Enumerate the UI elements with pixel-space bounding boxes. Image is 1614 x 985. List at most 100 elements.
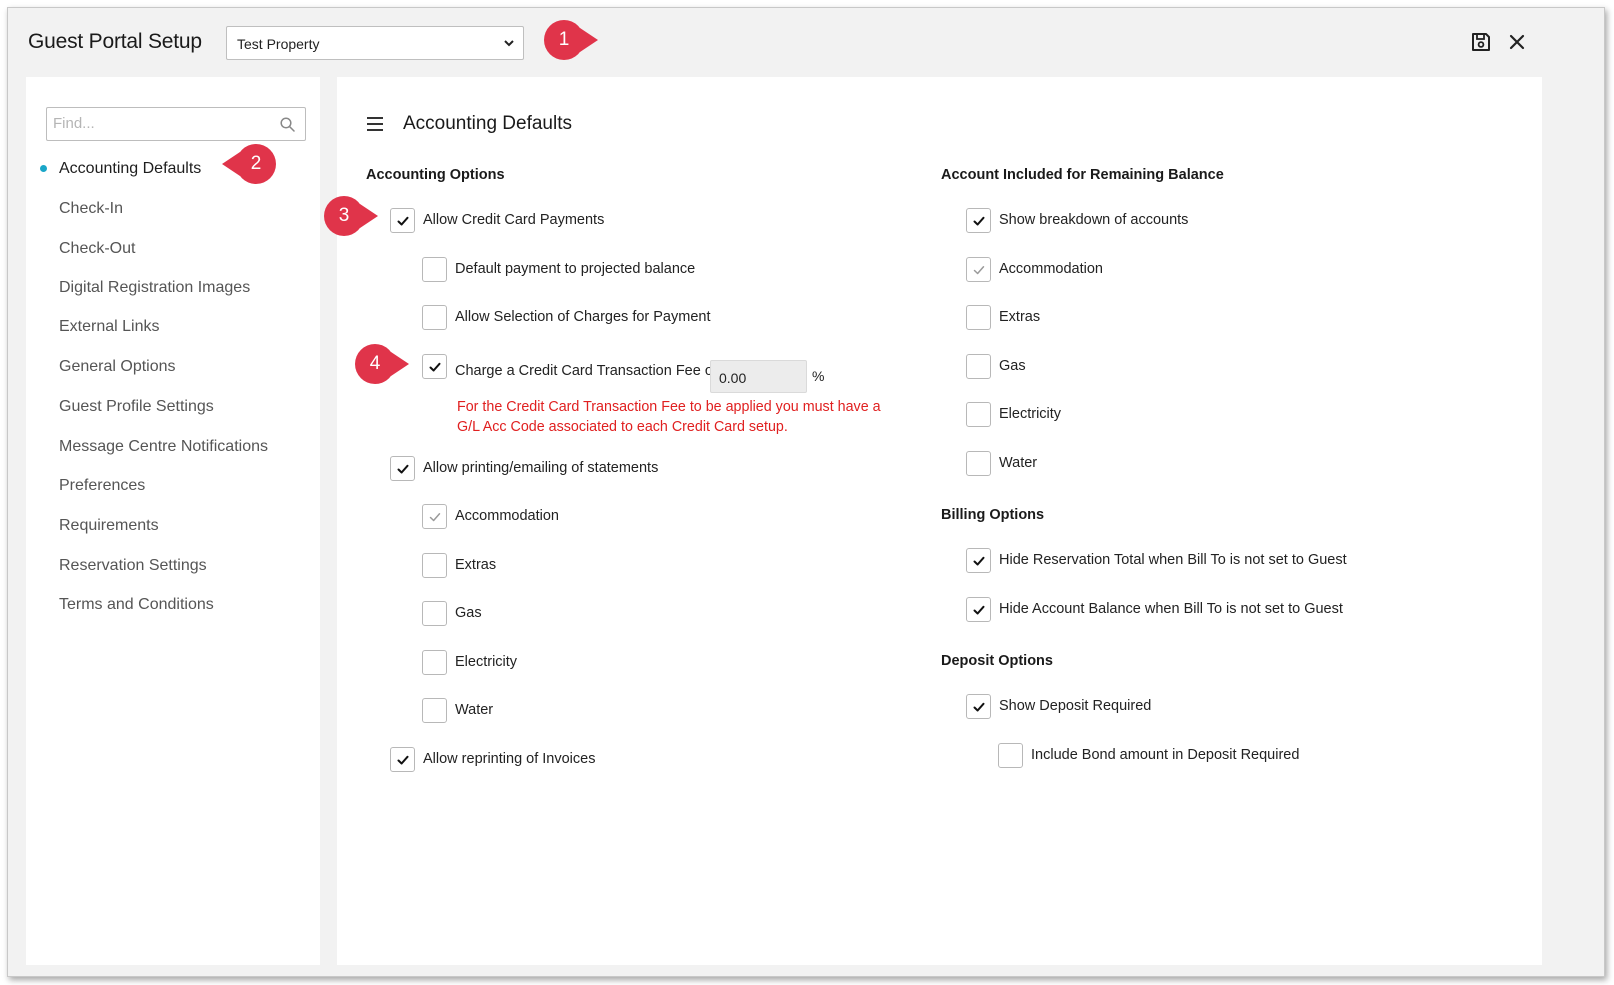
sidebar-item-external-links[interactable]: External Links <box>59 318 160 336</box>
checkbox-label: Allow printing/emailing of statements <box>423 460 659 476</box>
section-billing-options: Billing Options <box>941 507 1045 523</box>
search-input[interactable] <box>53 108 273 138</box>
checkbox-box[interactable] <box>390 455 415 481</box>
sidebar: Accounting Defaults Check-In Check-Out D… <box>26 77 320 965</box>
checkbox-box[interactable] <box>966 450 991 476</box>
checkbox-label: Accommodation <box>999 261 1103 277</box>
checkbox-box[interactable] <box>422 697 447 723</box>
sidebar-item-check-out[interactable]: Check-Out <box>59 240 135 258</box>
sidebar-item-accounting-defaults[interactable]: Accounting Defaults <box>59 160 201 178</box>
callout-number: 4 <box>369 353 381 374</box>
search-icon[interactable] <box>280 117 295 132</box>
sidebar-item-guest-profile-settings[interactable]: Guest Profile Settings <box>59 398 214 416</box>
checkmark-icon <box>429 362 441 371</box>
section-remaining-balance: Account Included for Remaining Balance <box>941 167 1224 183</box>
checkmark-icon <box>973 702 985 711</box>
sidebar-item-terms-and-conditions[interactable]: Terms and Conditions <box>59 596 214 614</box>
show-breakdown-checkbox[interactable]: Show breakdown of accounts <box>966 207 1188 233</box>
chevron-down-icon <box>504 40 514 47</box>
checkbox-label: Electricity <box>999 406 1062 422</box>
page-title: Accounting Defaults <box>403 113 572 134</box>
checkbox-box[interactable] <box>422 649 447 675</box>
checkbox-box[interactable] <box>966 207 991 233</box>
section-deposit-options: Deposit Options <box>941 653 1053 669</box>
checkbox-label: Allow reprinting of Invoices <box>423 751 596 767</box>
transaction-fee-input[interactable]: 0.00 <box>710 360 807 393</box>
statement-water-checkbox[interactable]: Water <box>422 697 493 723</box>
checkbox-box[interactable] <box>422 304 447 330</box>
checkbox-box[interactable] <box>390 207 415 233</box>
checkmark-icon <box>973 265 985 274</box>
callout-badge-4: 4 <box>353 342 417 386</box>
sidebar-item-requirements[interactable]: Requirements <box>59 517 159 535</box>
include-bond-checkbox[interactable]: Include Bond amount in Deposit Required <box>998 742 1299 768</box>
checkbox-box[interactable] <box>966 547 991 573</box>
checkmark-icon <box>429 512 441 521</box>
property-select[interactable]: Test Property <box>226 26 524 60</box>
statement-accommodation-checkbox[interactable]: Accommodation <box>422 503 559 529</box>
checkbox-label: Water <box>455 702 494 718</box>
checkbox-label: Show breakdown of accounts <box>999 212 1189 228</box>
checkbox-label: Gas <box>999 358 1026 374</box>
callout-badge-1: 1 <box>542 18 606 62</box>
allow-credit-card-payments-checkbox[interactable]: Allow Credit Card Payments <box>390 207 604 233</box>
sidebar-item-preferences[interactable]: Preferences <box>59 477 145 495</box>
checkbox-label: Gas <box>455 605 482 621</box>
checkbox-label: Electricity <box>455 654 518 670</box>
hide-account-balance-checkbox[interactable]: Hide Account Balance when Bill To is not… <box>966 596 1343 622</box>
balance-gas-checkbox[interactable]: Gas <box>966 353 1026 379</box>
app-title: Guest Portal Setup <box>28 30 202 53</box>
sidebar-item-check-in[interactable]: Check-In <box>59 200 123 218</box>
sidebar-item-reservation-settings[interactable]: Reservation Settings <box>59 557 207 575</box>
callout-number: 3 <box>338 205 350 226</box>
checkbox-box[interactable] <box>422 503 447 529</box>
checkbox-box[interactable] <box>966 596 991 622</box>
checkbox-label: Hide Reservation Total when Bill To is n… <box>999 552 1347 568</box>
sidebar-item-general-options[interactable]: General Options <box>59 358 176 376</box>
checkmark-icon <box>397 216 409 225</box>
balance-electricity-checkbox[interactable]: Electricity <box>966 401 1061 427</box>
checkbox-box[interactable] <box>390 746 415 772</box>
checkmark-icon <box>973 556 985 565</box>
default-payment-checkbox[interactable]: Default payment to projected balance <box>422 256 695 282</box>
checkbox-label: Hide Account Balance when Bill To is not… <box>999 601 1343 617</box>
checkbox-label: Extras <box>455 557 497 573</box>
save-icon[interactable] <box>1470 31 1492 53</box>
checkbox-box[interactable] <box>422 256 447 282</box>
checkmark-icon <box>973 605 985 614</box>
callout-badge-2: 2 <box>214 142 278 186</box>
checkbox-label: Show Deposit Required <box>999 698 1152 714</box>
allow-reprinting-invoices-checkbox[interactable]: Allow reprinting of Invoices <box>390 746 595 772</box>
sidebar-item-message-centre-notifications[interactable]: Message Centre Notifications <box>59 438 268 456</box>
fee-percent-unit: % <box>812 368 825 384</box>
checkbox-box[interactable] <box>422 600 447 626</box>
checkbox-box[interactable] <box>422 353 447 379</box>
checkbox-box[interactable] <box>966 693 991 719</box>
callout-badge-3: 3 <box>322 194 386 238</box>
checkmark-icon <box>397 464 409 473</box>
checkbox-box[interactable] <box>998 742 1023 768</box>
callout-number: 1 <box>558 29 570 50</box>
charge-transaction-fee-checkbox[interactable]: Charge a Credit Card Transaction Fee of <box>422 353 717 379</box>
sidebar-item-digital-registration-images[interactable]: Digital Registration Images <box>59 279 250 297</box>
checkbox-box[interactable] <box>966 353 991 379</box>
allow-selection-of-charges-checkbox[interactable]: Allow Selection of Charges for Payment <box>422 304 711 330</box>
hide-reservation-total-checkbox[interactable]: Hide Reservation Total when Bill To is n… <box>966 547 1347 573</box>
statement-electricity-checkbox[interactable]: Electricity <box>422 649 517 675</box>
show-deposit-required-checkbox[interactable]: Show Deposit Required <box>966 693 1151 719</box>
statement-gas-checkbox[interactable]: Gas <box>422 600 482 626</box>
sidebar-search <box>46 107 306 141</box>
checkbox-box[interactable] <box>422 552 447 578</box>
statement-extras-checkbox[interactable]: Extras <box>422 552 496 578</box>
checkbox-label: Charge a Credit Card Transaction Fee of <box>455 363 717 379</box>
checkbox-box[interactable] <box>966 401 991 427</box>
hamburger-menu-icon[interactable] <box>367 117 383 131</box>
allow-printing-statements-checkbox[interactable]: Allow printing/emailing of statements <box>390 455 658 481</box>
close-icon[interactable] <box>1506 31 1528 53</box>
checkbox-box[interactable] <box>966 304 991 330</box>
balance-water-checkbox[interactable]: Water <box>966 450 1037 476</box>
balance-extras-checkbox[interactable]: Extras <box>966 304 1040 330</box>
checkbox-box[interactable] <box>966 256 991 282</box>
balance-accommodation-checkbox[interactable]: Accommodation <box>966 256 1103 282</box>
fee-warning-text: For the Credit Card Transaction Fee to b… <box>457 399 881 435</box>
